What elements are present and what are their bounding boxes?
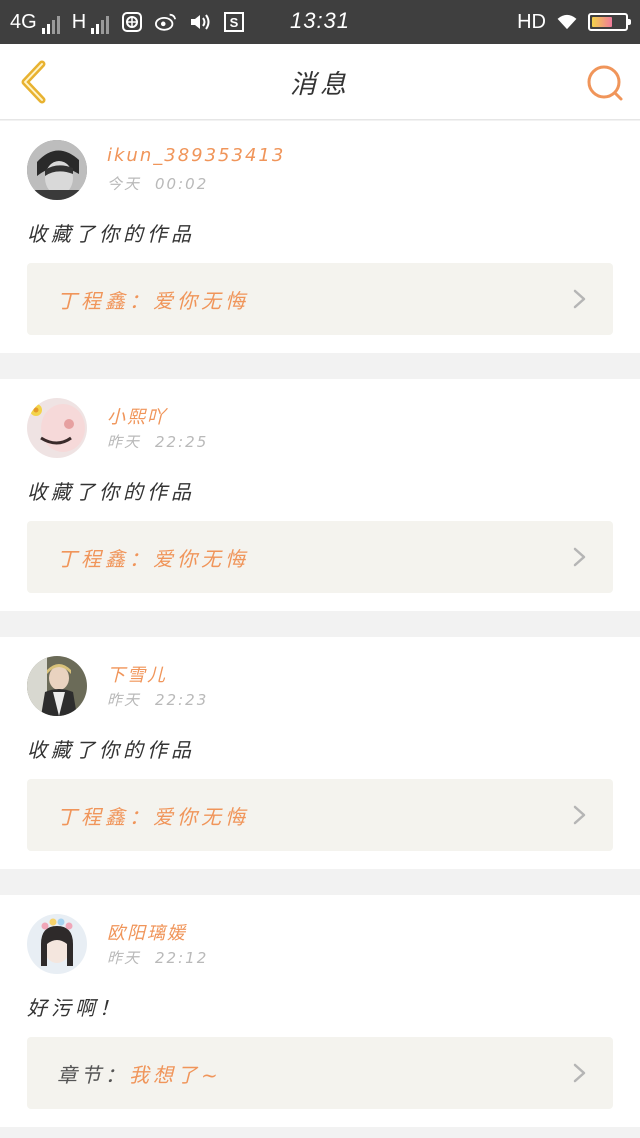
timestamp-time: 22:25 — [155, 433, 209, 451]
reference-text: 丁程鑫：爱你无悔 — [57, 285, 249, 314]
timestamp-day: 昨天 — [107, 433, 142, 451]
message-item: 欧阳璃媛 昨天 22:12 好污啊！ 章节：我想了~ — [0, 895, 640, 1127]
timestamp: 今天 00:02 — [107, 173, 222, 194]
work-reference[interactable]: 丁程鑫：爱你无悔 — [27, 521, 613, 593]
action-text: 收藏了你的作品 — [27, 480, 195, 504]
chapter-reference[interactable]: 章节：我想了~ — [27, 1037, 613, 1109]
chevron-right-icon — [573, 547, 586, 567]
status-bar: 4G H S 13:31 HD — [0, 0, 640, 44]
status-right: HD — [517, 9, 631, 35]
timestamp: 昨天 22:25 — [107, 431, 222, 452]
username[interactable]: 欧阳璃媛 — [107, 919, 187, 945]
avatar[interactable] — [27, 914, 87, 974]
timestamp-time: 22:23 — [155, 691, 209, 709]
work-reference[interactable]: 丁程鑫：爱你无悔 — [27, 263, 613, 335]
timestamp-day: 昨天 — [107, 949, 142, 967]
message-item: 小熙吖 昨天 22:25 收藏了你的作品 丁程鑫：爱你无悔 — [0, 379, 640, 611]
reference-content: 我想了~ — [129, 1063, 222, 1087]
page-title: 消息 — [289, 70, 350, 100]
username[interactable]: ikun_389353413 — [107, 145, 285, 166]
message-list: ikun_389353413 今天 00:02 收藏了你的作品 丁程鑫：爱你无悔 … — [0, 121, 640, 1138]
timestamp-day: 昨天 — [107, 691, 142, 709]
timestamp-day: 今天 — [107, 175, 142, 193]
battery-icon — [588, 13, 631, 31]
reference-label: 丁程鑫： — [57, 805, 153, 829]
reference-content: 爱你无悔 — [153, 547, 249, 571]
reference-content: 爱你无悔 — [153, 289, 249, 313]
avatar[interactable] — [27, 656, 87, 716]
reference-label: 丁程鑫： — [57, 289, 153, 313]
hd-label: HD — [517, 10, 546, 33]
wifi-icon — [556, 11, 578, 33]
work-reference[interactable]: 丁程鑫：爱你无悔 — [27, 779, 613, 851]
avatar[interactable] — [27, 140, 87, 200]
reference-text: 丁程鑫：爱你无悔 — [57, 543, 249, 572]
reference-text: 章节：我想了~ — [57, 1059, 222, 1088]
nav-bar: 消息 — [0, 44, 640, 120]
chevron-right-icon — [573, 289, 586, 309]
action-text: 收藏了你的作品 — [27, 222, 195, 246]
message-item: 下雪儿 昨天 22:23 收藏了你的作品 丁程鑫：爱你无悔 — [0, 637, 640, 869]
username[interactable]: 小熙吖 — [107, 403, 167, 429]
timestamp-time: 00:02 — [155, 175, 209, 193]
action-text: 好污啊！ — [27, 996, 123, 1020]
reference-text: 丁程鑫：爱你无悔 — [57, 801, 249, 830]
reference-label: 章节： — [57, 1063, 129, 1087]
search-icon — [587, 65, 623, 101]
timestamp: 昨天 22:12 — [107, 947, 222, 968]
search-button[interactable] — [586, 64, 624, 102]
timestamp: 昨天 22:23 — [107, 689, 222, 710]
chevron-right-icon — [573, 1063, 586, 1083]
action-text: 收藏了你的作品 — [27, 738, 195, 762]
avatar[interactable] — [27, 398, 87, 458]
reference-label: 丁程鑫： — [57, 547, 153, 571]
chevron-right-icon — [573, 805, 586, 825]
username[interactable]: 下雪儿 — [107, 661, 167, 687]
timestamp-time: 22:12 — [155, 949, 209, 967]
reference-content: 爱你无悔 — [153, 805, 249, 829]
message-item: ikun_389353413 今天 00:02 收藏了你的作品 丁程鑫：爱你无悔 — [0, 121, 640, 353]
